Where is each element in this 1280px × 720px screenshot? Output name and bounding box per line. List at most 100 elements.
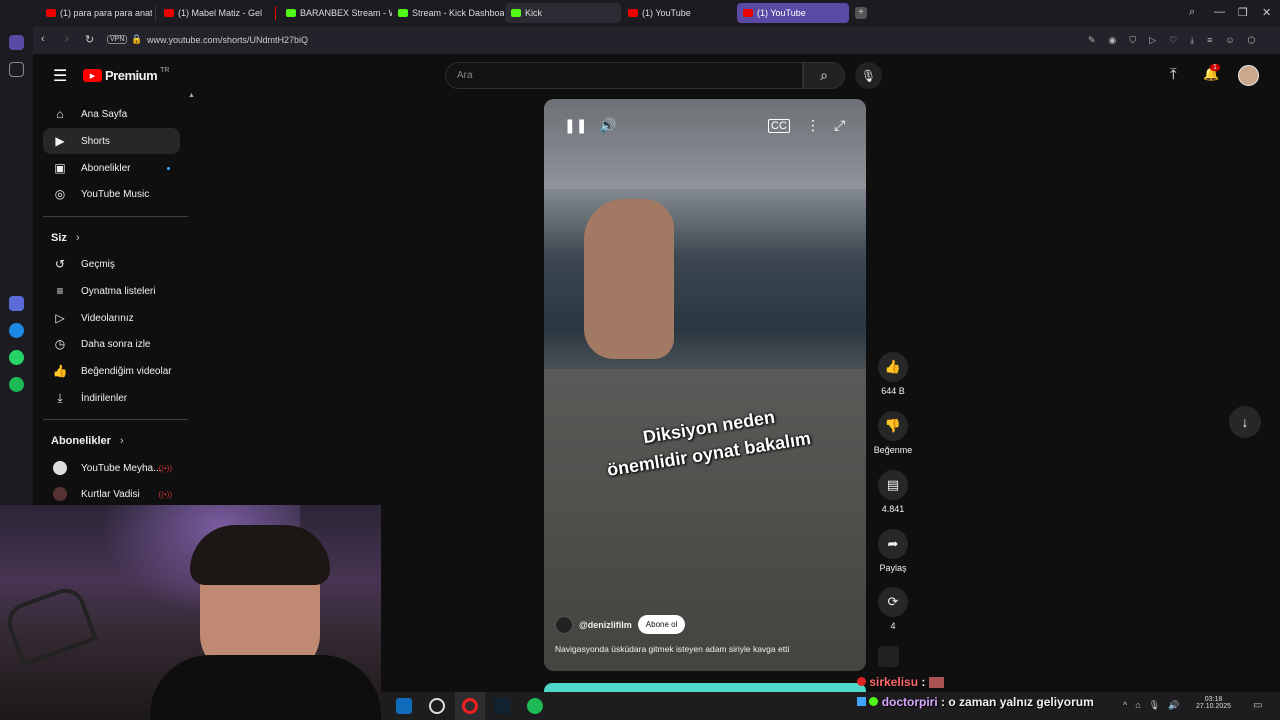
tab-2[interactable]: BARANBEX Stream - Wate <box>280 3 392 23</box>
sidebar-item-home[interactable]: ⌂ Ana Sayfa <box>43 101 180 127</box>
opera-taskbar-button[interactable] <box>455 692 485 720</box>
aria-icon[interactable] <box>9 296 24 311</box>
sidebar-item-shorts[interactable]: ▶ Shorts <box>43 128 180 154</box>
tab-0[interactable]: (1) para para para anatoli <box>40 3 152 23</box>
tab-label: BARANBEX Stream - Wate <box>300 8 392 18</box>
search-button[interactable]: ⌕ <box>803 62 845 89</box>
minimize-button[interactable]: — <box>1214 6 1225 18</box>
badge-icon <box>869 697 879 706</box>
speaker-icon[interactable]: 🔊 <box>1168 700 1179 711</box>
camera-icon[interactable]: ◉ <box>1109 35 1117 46</box>
new-tab-button[interactable]: + <box>855 7 867 19</box>
sidebar-item-label: Beğendiğim videolar <box>81 365 172 377</box>
channel-avatar[interactable] <box>555 615 573 634</box>
youtube-logo[interactable]: ▶ Premium TR <box>83 67 169 83</box>
scroll-up-icon[interactable]: ▲ <box>188 92 195 99</box>
more-options-icon[interactable]: ⋮ <box>806 117 820 134</box>
clock-time: 03:18 <box>1204 696 1223 703</box>
network-icon[interactable]: ⌂ <box>1135 700 1140 711</box>
tab-6[interactable]: (1) YouTube <box>737 3 849 23</box>
menu-icon[interactable]: ≡ <box>1207 35 1212 46</box>
sound-thumbnail[interactable] <box>878 646 899 667</box>
taskbar: ^ ⌂ 🎙 🔊 03:18 27.10.2025 ▭ <box>381 692 1280 720</box>
clock-date: 27.10.2025 <box>1196 703 1232 710</box>
search-tabs-icon[interactable]: ⌕ <box>1189 6 1195 19</box>
close-window-button[interactable]: ✕ <box>1262 6 1271 19</box>
home-workspace-icon[interactable] <box>9 35 24 50</box>
comment-count: 4.841 <box>881 504 905 514</box>
channel-name[interactable]: @denizlifilm <box>579 620 632 630</box>
remix-button[interactable]: ⟳ 4 <box>873 587 913 631</box>
section-subscriptions-heading[interactable]: Abonelikler › <box>51 435 124 447</box>
tab-4[interactable]: Kick <box>505 3 621 23</box>
forward-button[interactable]: › <box>65 33 69 45</box>
heart-icon[interactable]: ♡ <box>1169 35 1177 46</box>
search-input[interactable]: Ara <box>445 62 803 89</box>
back-button[interactable]: ‹ <box>41 33 45 45</box>
url-field[interactable]: www.youtube.com/shorts/UNdmtH27biQ <box>147 35 308 45</box>
voice-search-button[interactable]: 🎙 <box>855 62 882 89</box>
avatar[interactable] <box>1238 65 1259 86</box>
spotify-icon[interactable] <box>9 377 24 392</box>
outlook-icon[interactable] <box>396 698 412 714</box>
volume-icon[interactable]: 🔊 <box>599 117 616 134</box>
whatsapp-icon[interactable] <box>9 350 24 365</box>
tab-label: (1) para para para anatoli <box>60 8 152 18</box>
dislike-button[interactable]: 👎 Beğenme <box>873 411 913 455</box>
liked-videos-icon: 👍 <box>52 364 68 378</box>
hamburger-menu-icon[interactable]: ☰ <box>53 66 67 86</box>
upload-icon[interactable]: ⤒ <box>1170 66 1177 83</box>
maximize-button[interactable]: ❐ <box>1238 6 1248 19</box>
youtube-play-icon: ▶ <box>83 69 102 82</box>
subscription-item[interactable]: YouTube Meyha... ((•)) <box>43 455 180 481</box>
shield-icon[interactable]: ⛉ <box>1129 35 1136 46</box>
vpn-badge[interactable]: VPN <box>107 35 128 44</box>
sidebar-item-history[interactable]: ↺ Geçmiş <box>43 251 180 277</box>
obs-icon[interactable] <box>429 698 445 714</box>
pinboard-icon[interactable] <box>9 62 24 77</box>
tab-5[interactable]: (1) YouTube <box>622 3 734 23</box>
short-video-player[interactable]: ❚❚ 🔊 CC ⋮ ⤢ Diksiyon neden önemlidir oyn… <box>544 99 866 671</box>
chat-text: : o zaman yalnız geliyorum <box>941 695 1094 709</box>
next-short-button[interactable]: ↓ <box>1229 406 1261 438</box>
sidebar-item-your-videos[interactable]: ▷ Videolarınız <box>43 305 180 331</box>
chevron-up-icon[interactable]: ^ <box>1123 700 1127 711</box>
notification-count: 1 <box>1210 64 1220 71</box>
chat-message: doctorpiri : o zaman yalnız geliyorum <box>857 695 1094 709</box>
extensions-icon[interactable]: ⬡ <box>1248 35 1256 46</box>
sidebar-item-watch-later[interactable]: ◷ Daha sonra izle <box>43 331 180 357</box>
webcam-overlay <box>0 505 381 720</box>
messenger-icon[interactable] <box>9 323 24 338</box>
edit-icon[interactable]: ✎ <box>1088 35 1096 46</box>
spotify-icon[interactable] <box>527 698 543 714</box>
subscription-item[interactable]: Kurtlar Vadisi ((•)) <box>43 481 180 507</box>
terminal-icon[interactable] <box>494 698 510 714</box>
sidebar-item-playlists[interactable]: ≡ Oynatma listeleri <box>43 278 180 304</box>
notification-center-icon[interactable]: ▭ <box>1253 700 1262 711</box>
mic-icon[interactable]: 🎙 <box>1149 700 1160 711</box>
play-icon[interactable]: ▷ <box>1149 35 1156 46</box>
youtube-favicon-icon <box>628 9 638 17</box>
youtube-favicon-icon <box>46 9 56 17</box>
profile-icon[interactable]: ☺ <box>1225 35 1234 46</box>
chat-username: sirkelisu <box>869 675 919 689</box>
sidebar-item-music[interactable]: ◎ YouTube Music <box>43 181 180 207</box>
sidebar-item-downloads[interactable]: ⤓ İndirilenler <box>43 385 180 411</box>
reload-button[interactable]: ↻ <box>85 33 94 46</box>
pause-button[interactable]: ❚❚ <box>564 117 587 134</box>
shorts-icon: ▶ <box>55 134 65 148</box>
captions-button[interactable]: CC <box>768 119 790 133</box>
share-button[interactable]: ➦ Paylaş <box>873 529 913 573</box>
download-icon[interactable]: ⤓ <box>1190 35 1194 46</box>
clock[interactable]: 03:18 27.10.2025 <box>1196 696 1231 710</box>
sidebar-item-subscriptions[interactable]: ▣ Abonelikler <box>43 155 180 181</box>
comments-button[interactable]: ▤ 4.841 <box>873 470 913 514</box>
video-title[interactable]: Navigasyonda üsküdara gitmek isteyen ada… <box>555 644 789 654</box>
sidebar-item-liked-videos[interactable]: 👍 Beğendiğim videolar <box>43 358 180 384</box>
fullscreen-icon[interactable]: ⤢ <box>834 117 845 134</box>
subscribe-button[interactable]: Abone ol <box>637 615 686 634</box>
tab-3[interactable]: Stream - Kick Dashboard <box>392 3 504 23</box>
like-button[interactable]: 👍 644 B <box>873 352 913 396</box>
section-you-heading[interactable]: Siz › <box>51 232 80 244</box>
tab-1[interactable]: (1) Mabel Matiz - Gel <box>158 3 268 23</box>
